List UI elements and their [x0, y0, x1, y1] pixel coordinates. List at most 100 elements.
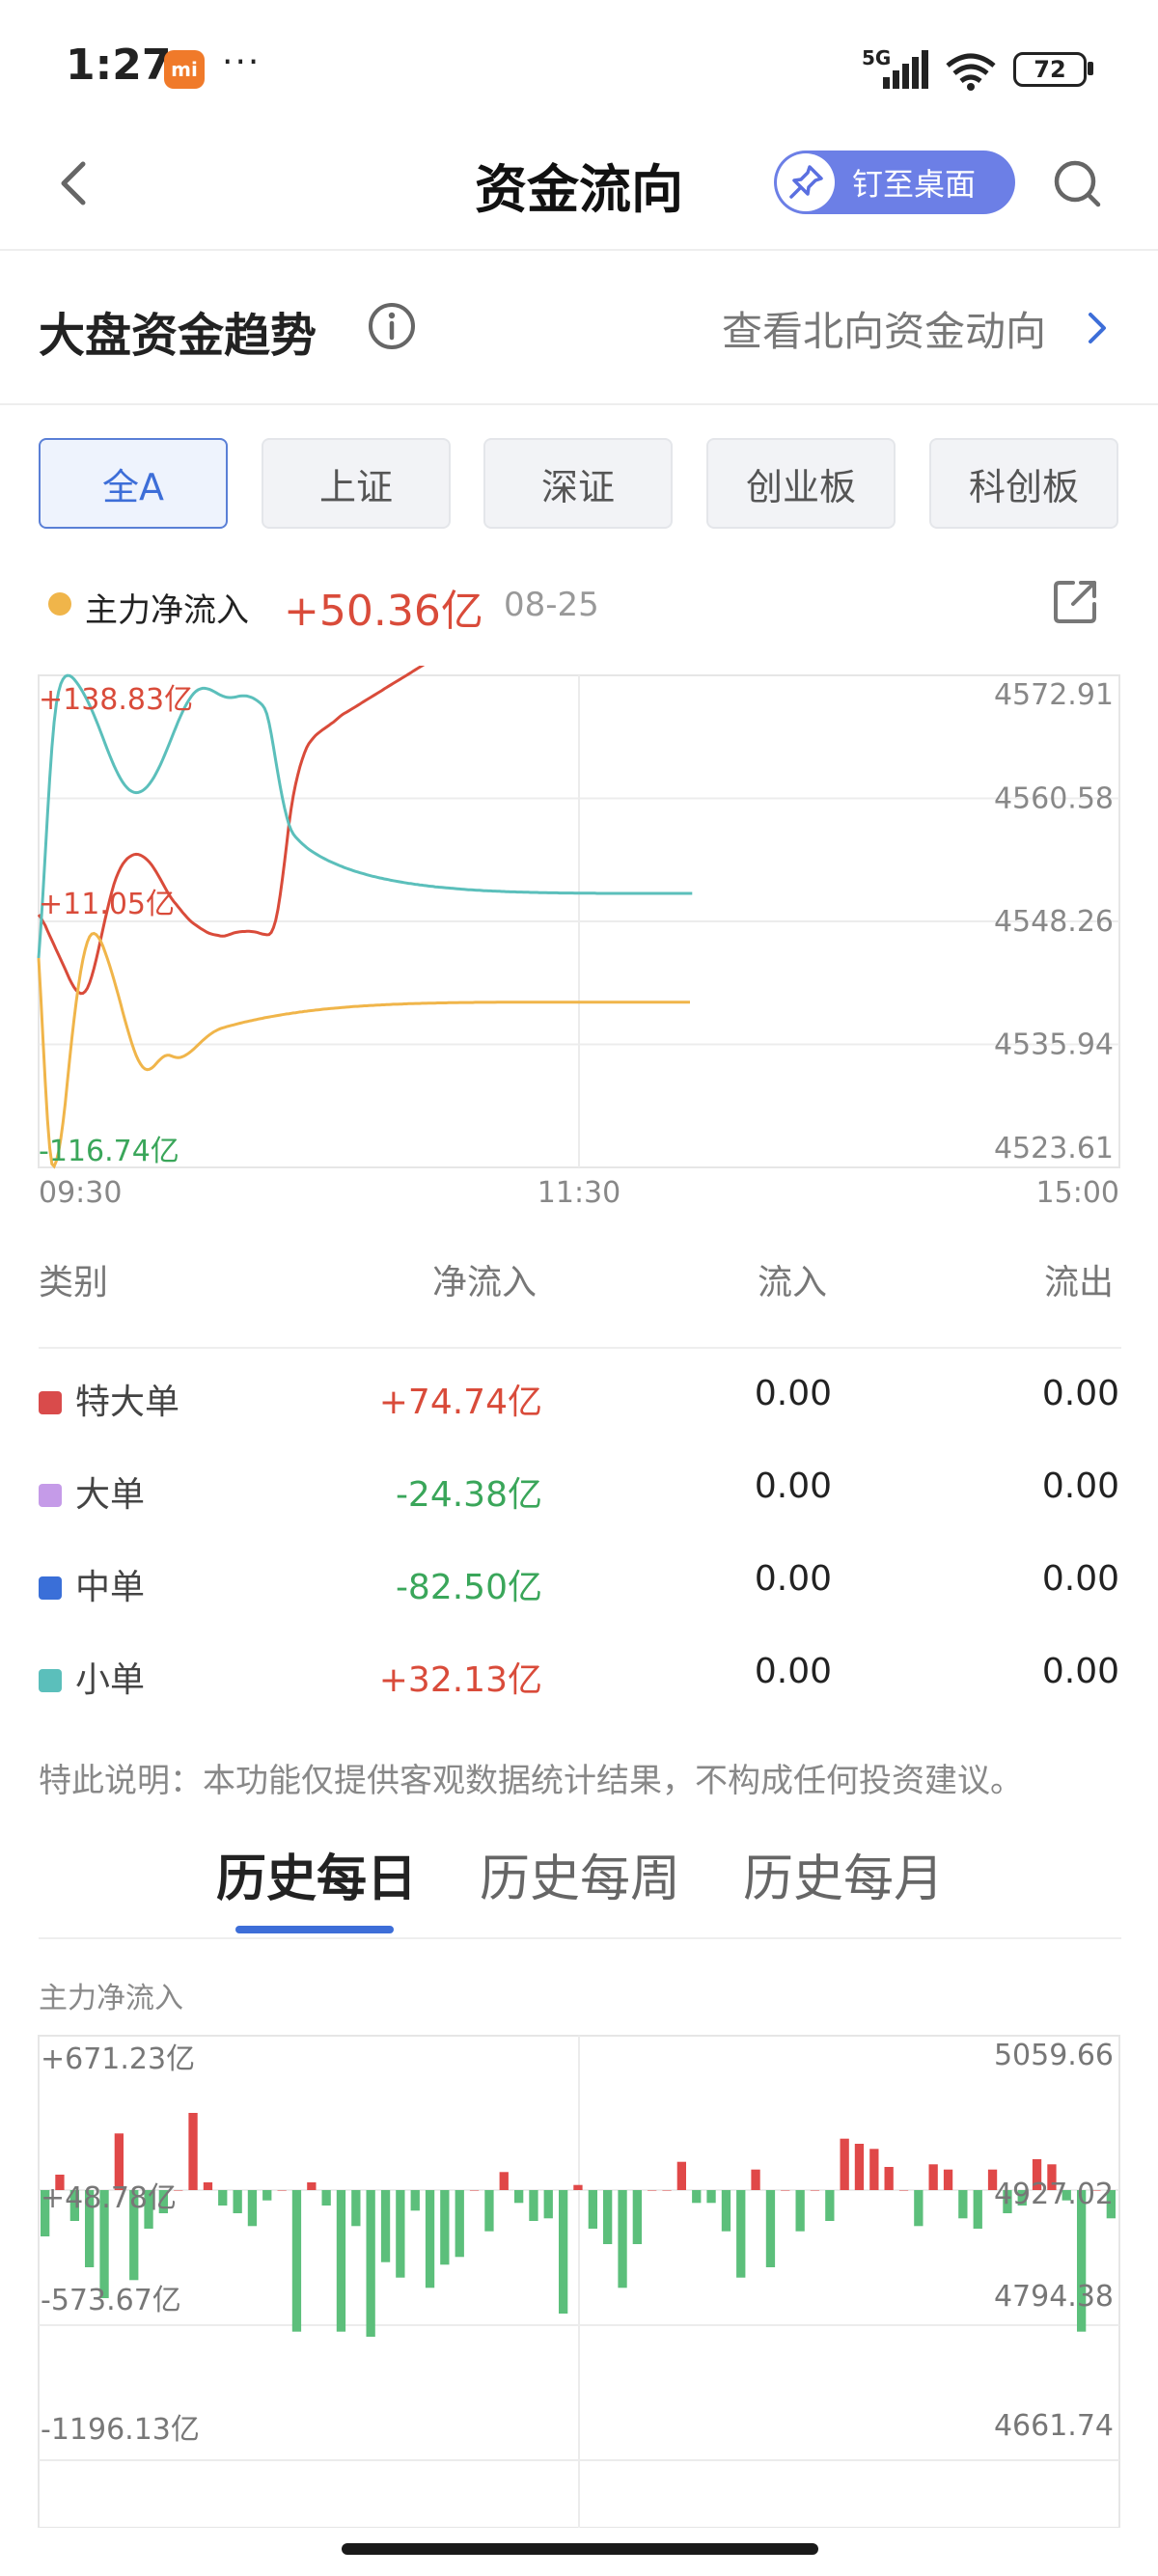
ic-right-tick: 4523.61	[994, 1132, 1114, 1165]
main-flow-date: 08-25	[504, 586, 599, 624]
history-bar	[336, 2190, 346, 2332]
hc-left-tick: -573.67亿	[41, 2284, 181, 2317]
history-bar	[648, 2190, 657, 2191]
history-bar	[440, 2190, 450, 2265]
ic-x-tick: 11:30	[538, 1176, 620, 1210]
history-bar	[632, 2190, 642, 2244]
history-bar	[676, 2161, 686, 2190]
history-bar	[499, 2172, 509, 2190]
history-bar	[262, 2190, 272, 2201]
row-outflow-value: 0.00	[1041, 1652, 1119, 1691]
history-bar	[914, 2190, 924, 2227]
share-icon[interactable]	[1050, 577, 1100, 627]
history-bar	[751, 2169, 760, 2190]
tab-shenzhen[interactable]: 深证	[483, 438, 673, 529]
history-bar	[366, 2190, 375, 2337]
history-bar	[543, 2190, 553, 2219]
hc-right-tick: 5059.66	[994, 2039, 1114, 2072]
history-bar	[188, 2113, 198, 2190]
col-header-net: 净流入	[432, 1263, 538, 1302]
table-row: 大单 -24.38亿 0.00 0.00	[0, 1463, 1158, 1540]
tab-history-daily[interactable]: 历史每日	[216, 1838, 417, 1910]
history-flow-chart: +671.23亿 +48.78亿 -573.67亿 -1196.13亿 5059.66 4…	[38, 2035, 1120, 2528]
row-name: 特大单	[75, 1383, 180, 1422]
hc-left-tick: +671.23亿	[41, 2042, 195, 2076]
tab-shanghai[interactable]: 上证	[262, 438, 451, 529]
row-inflow-value: 0.00	[754, 1466, 832, 1506]
pin-icon	[777, 153, 835, 211]
main-flow-value: +50.36亿	[284, 587, 483, 636]
history-bar	[588, 2190, 597, 2229]
section-title: 大盘资金趋势	[39, 309, 317, 363]
history-bar	[321, 2190, 331, 2206]
pin-label: 钉至桌面	[852, 166, 977, 203]
history-bar	[425, 2190, 435, 2288]
row-inflow-value: 0.00	[754, 1374, 832, 1413]
active-tab-indicator	[235, 1926, 394, 1933]
history-bar	[854, 2144, 865, 2190]
history-bar	[765, 2190, 776, 2267]
history-bar	[559, 2190, 568, 2314]
history-bar	[603, 2190, 613, 2244]
col-header-category: 类别	[39, 1263, 109, 1302]
history-bar	[781, 2190, 790, 2191]
history-bar	[898, 2190, 909, 2191]
row-inflow-value: 0.00	[754, 1559, 832, 1599]
history-bar	[958, 2190, 968, 2219]
history-bar	[840, 2138, 849, 2190]
more-notifications-icon: ···	[222, 42, 262, 82]
tab-history-weekly[interactable]: 历史每周	[480, 1838, 680, 1910]
history-bar	[928, 2164, 938, 2190]
history-bar	[218, 2190, 228, 2206]
row-color-dot	[39, 1391, 62, 1414]
table-row: 特大单 +74.74亿 0.00 0.00	[0, 1370, 1158, 1447]
header-divider	[0, 249, 1158, 251]
history-bar	[410, 2190, 420, 2211]
history-bar	[514, 2190, 524, 2204]
wifi-icon	[946, 53, 996, 91]
row-name: 小单	[75, 1660, 146, 1700]
row-inflow-value: 0.00	[754, 1652, 832, 1691]
signal-icon	[883, 50, 928, 89]
history-bar	[869, 2149, 879, 2190]
ic-left-label-bottom: -116.74亿	[39, 1135, 179, 1168]
history-bar	[247, 2190, 258, 2227]
row-name: 中单	[75, 1568, 146, 1607]
row-color-dot	[39, 1669, 62, 1692]
hc-left-tick: +48.78亿	[41, 2181, 177, 2215]
history-bar	[618, 2190, 627, 2288]
tab-history-monthly[interactable]: 历史每月	[743, 1838, 944, 1910]
tab-all-a[interactable]: 全A	[39, 438, 228, 529]
ic-x-tick: 09:30	[39, 1176, 122, 1210]
tab-chinext[interactable]: 创业板	[706, 438, 896, 529]
status-time: 1:27	[66, 41, 172, 90]
row-net-value: +32.13亿	[378, 1660, 542, 1700]
legend-dot-main	[48, 592, 71, 616]
info-icon[interactable]	[367, 301, 417, 351]
home-indicator[interactable]	[342, 2543, 818, 2555]
row-color-dot	[39, 1576, 62, 1600]
chevron-right-icon[interactable]	[1083, 309, 1112, 347]
history-bar	[396, 2190, 405, 2278]
mi-app-icon: mi	[164, 50, 205, 89]
search-icon[interactable]	[1050, 156, 1104, 210]
history-bar	[795, 2190, 805, 2232]
table-row: 中单 -82.50亿 0.00 0.00	[0, 1555, 1158, 1632]
battery-level: 72	[1034, 56, 1066, 83]
history-bar	[573, 2184, 583, 2190]
history-bar	[484, 2190, 494, 2232]
disclaimer: 特此说明：本功能仅提供客观数据统计结果，不构成任何投资建议。	[39, 1762, 1023, 1800]
history-bar	[455, 2190, 464, 2258]
history-bar	[810, 2190, 820, 2191]
hc-right-tick: 4794.38	[994, 2280, 1114, 2314]
pin-to-desktop-button[interactable]: 钉至桌面	[774, 151, 1015, 214]
northbound-funds-link[interactable]: 查看北向资金动向	[722, 299, 1046, 358]
ic-series-line-orange	[37, 931, 690, 1169]
tab-star-market[interactable]: 科创板	[929, 438, 1118, 529]
history-bar	[291, 2190, 302, 2332]
ic-left-label-top: +138.83亿	[39, 683, 193, 717]
row-outflow-value: 0.00	[1041, 1466, 1119, 1506]
history-label: 主力净流入	[39, 1982, 183, 2015]
hc-left-tick: -1196.13亿	[41, 2413, 200, 2447]
history-bar	[943, 2169, 953, 2190]
